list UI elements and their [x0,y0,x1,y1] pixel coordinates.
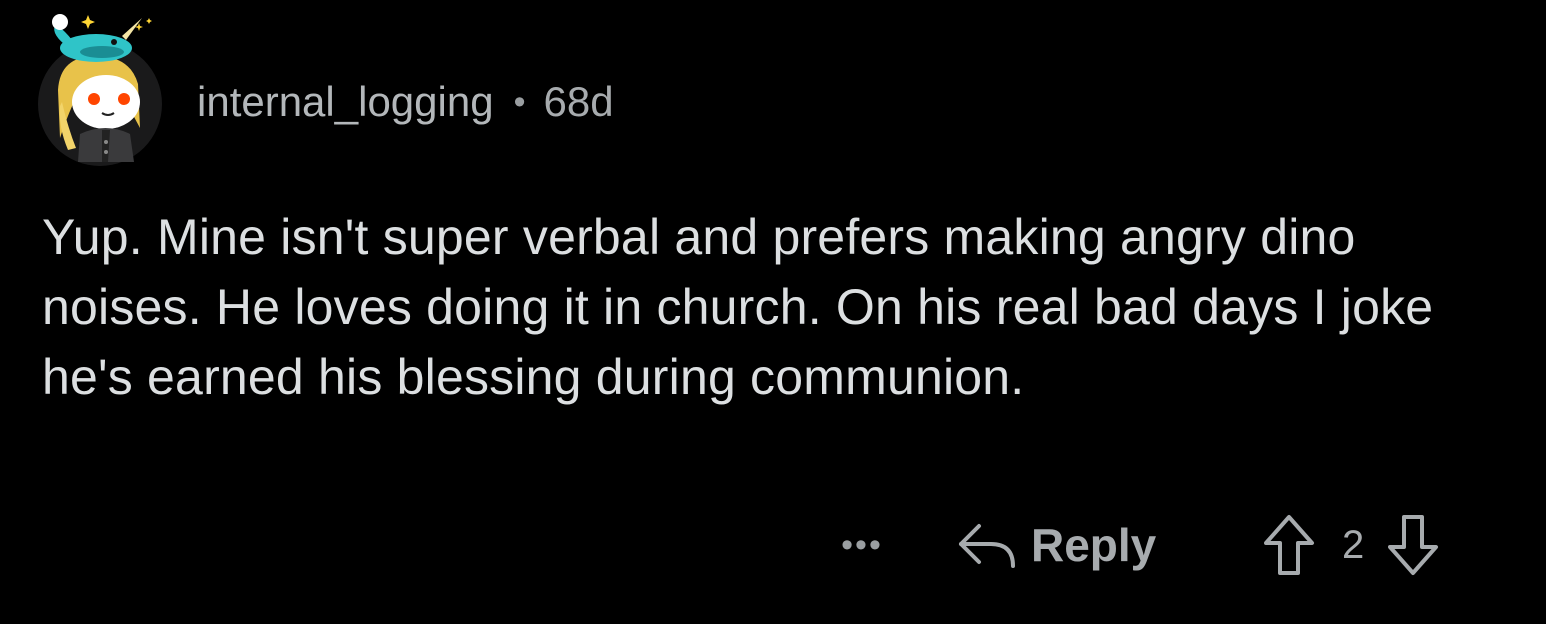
comment-body: Yup. Mine isn't super verbal and prefers… [42,209,1434,405]
comment-header: internal_logging • 68d [197,74,614,130]
comment-age: 68d [543,78,614,125]
reply-button[interactable]: Reply [955,514,1156,576]
username-link[interactable]: internal_logging [197,78,494,126]
comment-action-bar: ••• Reply 2 [0,508,1546,582]
snoo-avatar-icon [38,14,162,166]
reply-label: Reply [1031,519,1157,571]
downvote-icon[interactable] [1386,513,1440,577]
vote-score: 2 [1342,522,1365,567]
upvote-icon[interactable] [1262,513,1316,577]
user-avatar[interactable] [30,10,170,170]
meta-separator: • [513,82,526,121]
reply-arrow-icon [955,520,1017,570]
more-options-button[interactable]: ••• [832,520,892,570]
comment: internal_logging • 68d Yup. Mine isn't s… [0,0,1546,624]
vote-controls: 2 [1262,510,1440,580]
